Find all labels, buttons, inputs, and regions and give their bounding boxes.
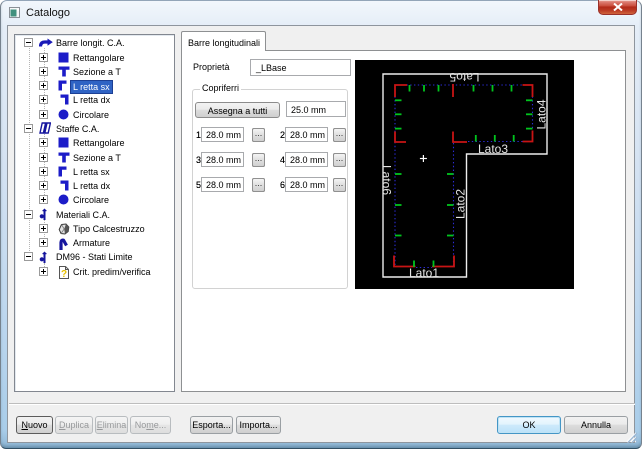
svg-text:Lato1: Lato1 — [409, 266, 439, 280]
svg-text:Lato5: Lato5 — [449, 70, 479, 84]
svg-text:?: ? — [61, 269, 67, 279]
svg-text:Lato3: Lato3 — [478, 142, 508, 156]
svg-text:Lato6: Lato6 — [380, 165, 394, 195]
svg-text:Lato4: Lato4 — [535, 99, 549, 129]
svg-text:Lato2: Lato2 — [454, 189, 468, 219]
